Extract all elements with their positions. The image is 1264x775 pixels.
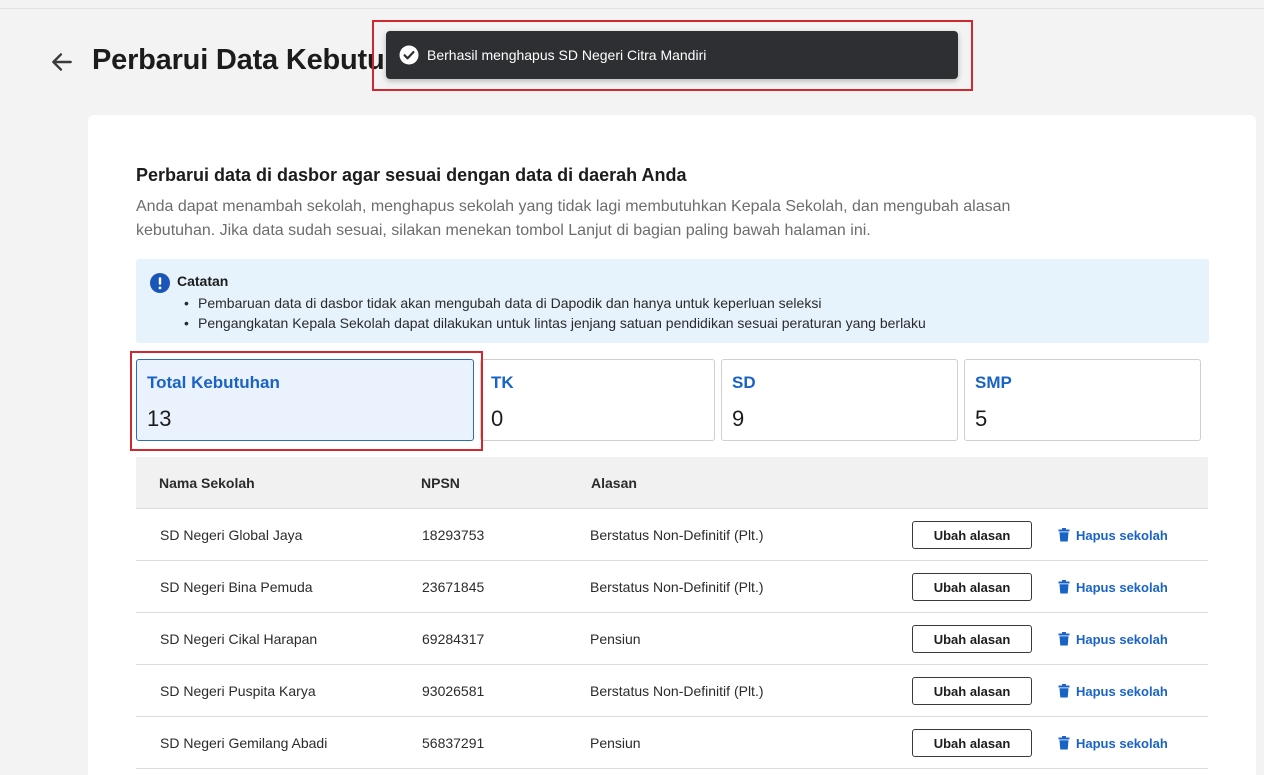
section-title: Perbarui data di dasbor agar sesuai deng…: [136, 165, 687, 185]
cell-npsn: 23671845: [422, 579, 485, 595]
stat-value: 0: [491, 406, 504, 431]
note-list: Pembaruan data di dasbor tidak akan meng…: [184, 293, 926, 333]
cell-alasan: Berstatus Non-Definitif (Plt.): [590, 579, 764, 595]
delete-school-button[interactable]: Hapus sekolah: [1058, 526, 1168, 544]
delete-school-label: Hapus sekolah: [1076, 735, 1168, 751]
stat-card-tk[interactable]: TK 0: [480, 359, 715, 441]
stat-label: SMP: [975, 373, 1012, 392]
table-row: SD Negeri Puspita Karya 93026581 Berstatus…: [136, 665, 1208, 717]
cell-alasan: Pensiun: [590, 735, 641, 751]
note-item: Pembaruan data di dasbor tidak akan meng…: [184, 293, 926, 313]
page-header: [48, 40, 76, 84]
top-divider: [0, 8, 1264, 9]
cell-alasan: Pensiun: [590, 631, 641, 647]
cell-alasan: Berstatus Non-Definitif (Plt.): [590, 527, 764, 543]
cell-npsn: 93026581: [422, 683, 485, 699]
table-row: SD Negeri Global Jaya 18293753 Berstatus N…: [136, 509, 1208, 561]
stat-highlight-box: [130, 351, 483, 451]
trash-icon: [1058, 632, 1070, 646]
info-icon: [150, 273, 170, 293]
section-description: Anda dapat menambah sekolah, menghapus s…: [136, 198, 1011, 239]
edit-reason-button[interactable]: Ubah alasan: [912, 729, 1032, 757]
cell-npsn: 18293753: [422, 527, 485, 543]
trash-icon: [1058, 528, 1070, 542]
back-button[interactable]: [48, 48, 76, 76]
edit-reason-button[interactable]: Ubah alasan: [912, 625, 1032, 653]
cell-school-name: SD Negeri Gemilang Abadi: [160, 735, 328, 751]
delete-school-label: Hapus sekolah: [1076, 579, 1168, 595]
cell-alasan: Berstatus Non-Definitif (Plt.): [590, 683, 764, 699]
edit-reason-button[interactable]: Ubah alasan: [912, 521, 1032, 549]
content-card: Perbarui data di dasbor agar sesuai deng…: [88, 115, 1256, 775]
cell-school-name: SD Negeri Bina Pemuda: [160, 579, 313, 595]
table-row: SD Negeri Cikal Harapan 69284317 Pensiun Ub…: [136, 613, 1208, 665]
check-circle-icon: [399, 45, 419, 65]
note-box: Catatan Pembaruan data di dasbor tidak a…: [136, 259, 1209, 343]
trash-icon: [1058, 684, 1070, 698]
table-header: Nama Sekolah NPSN Alasan: [136, 457, 1208, 509]
edit-reason-button[interactable]: Ubah alasan: [912, 573, 1032, 601]
cell-npsn: 56837291: [422, 735, 485, 751]
delete-school-label: Hapus sekolah: [1076, 527, 1168, 543]
delete-school-button[interactable]: Hapus sekolah: [1058, 734, 1168, 752]
arrow-left-icon: [52, 53, 72, 71]
delete-school-button[interactable]: Hapus sekolah: [1058, 578, 1168, 596]
trash-icon: [1058, 736, 1070, 750]
note-title: Catatan: [177, 273, 229, 289]
column-header-alasan: Alasan: [591, 475, 637, 491]
stat-value: 9: [732, 406, 745, 431]
column-header-name: Nama Sekolah: [159, 475, 255, 491]
stat-card-smp[interactable]: SMP 5: [964, 359, 1201, 441]
edit-reason-button[interactable]: Ubah alasan: [912, 677, 1032, 705]
toast-notification: Berhasil menghapus SD Negeri Citra Mandi…: [386, 31, 958, 79]
cell-school-name: SD Negeri Puspita Karya: [160, 683, 316, 699]
toast-message: Berhasil menghapus SD Negeri Citra Mandi…: [427, 47, 707, 63]
table-row: SD Negeri Gemilang Abadi 56837291 Pensiun U…: [136, 717, 1208, 769]
column-header-npsn: NPSN: [421, 475, 460, 491]
stat-value: 5: [975, 406, 988, 431]
delete-school-button[interactable]: Hapus sekolah: [1058, 630, 1168, 648]
delete-school-label: Hapus sekolah: [1076, 683, 1168, 699]
cell-npsn: 69284317: [422, 631, 485, 647]
stat-label: SD: [732, 373, 756, 392]
table-row: SD Negeri Bina Pemuda 23671845 Berstatus N…: [136, 561, 1208, 613]
delete-school-label: Hapus sekolah: [1076, 631, 1168, 647]
trash-icon: [1058, 580, 1070, 594]
school-table: Nama Sekolah NPSN Alasan SD Negeri Globa…: [136, 457, 1208, 769]
cell-school-name: SD Negeri Cikal Harapan: [160, 631, 318, 647]
table-body: SD Negeri Global Jaya 18293753 Berstatus N…: [136, 509, 1208, 769]
stat-label: TK: [491, 373, 514, 392]
delete-school-button[interactable]: Hapus sekolah: [1058, 682, 1168, 700]
note-item: Pengangkatan Kepala Sekolah dapat dilaku…: [184, 313, 926, 333]
cell-school-name: SD Negeri Global Jaya: [160, 527, 303, 543]
stat-card-sd[interactable]: SD 9: [721, 359, 958, 441]
